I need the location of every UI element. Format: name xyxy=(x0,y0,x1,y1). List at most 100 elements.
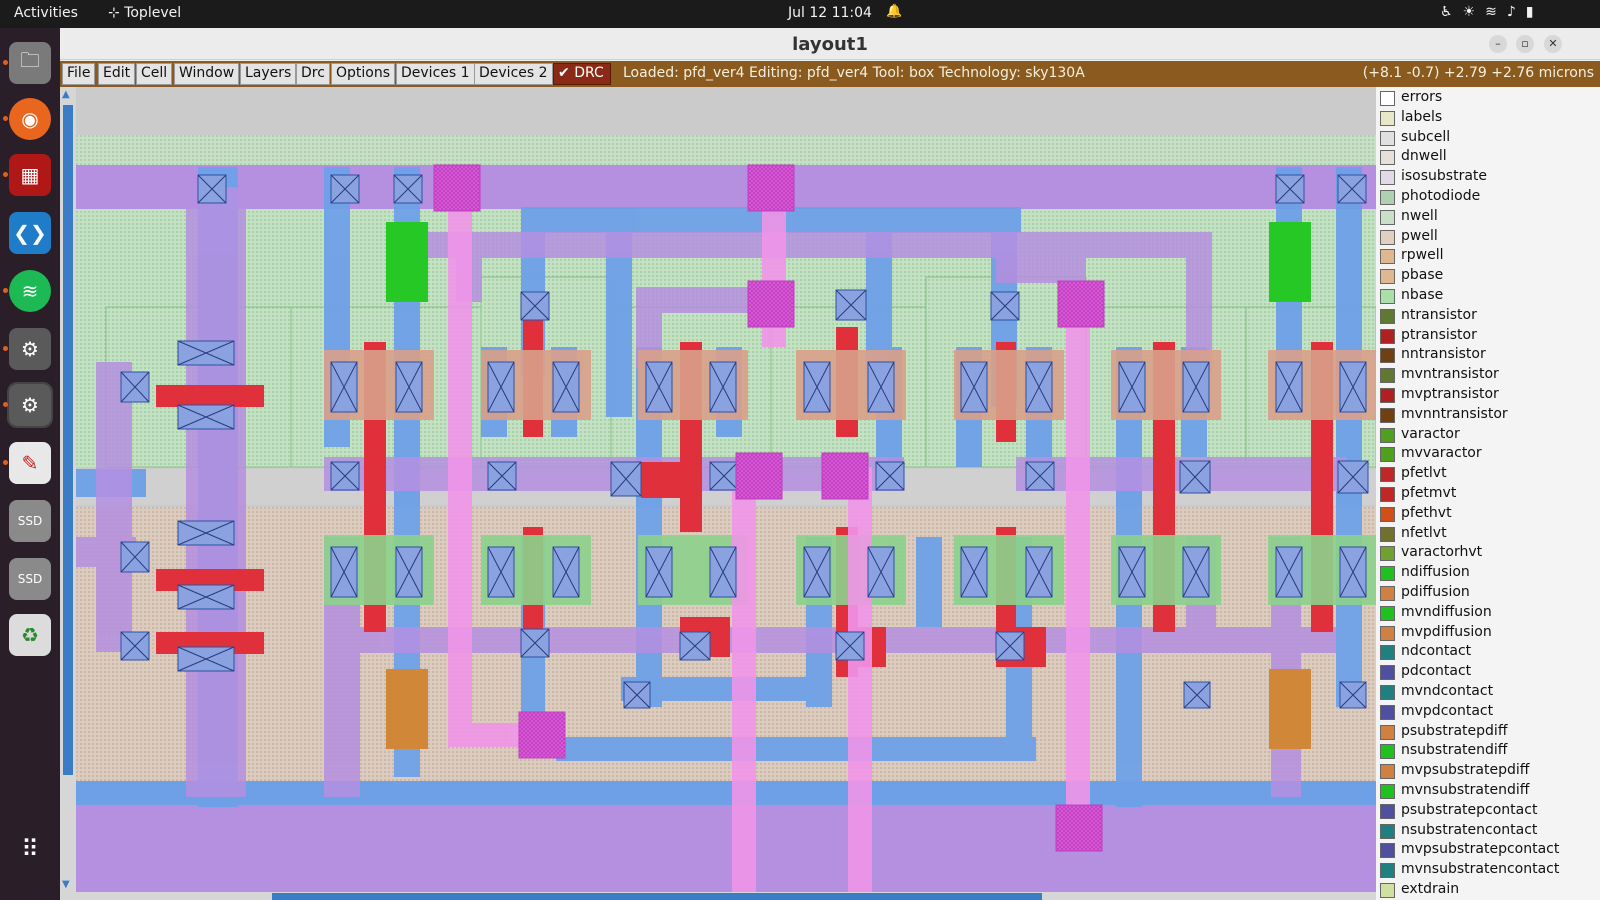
layout-canvas[interactable] xyxy=(76,87,1376,893)
layer-row-nbase[interactable]: nbase xyxy=(1380,286,1600,306)
layer-label: mvptransistor xyxy=(1401,386,1499,402)
app-icon: ⊹ xyxy=(108,5,125,21)
layer-row-ndiffusion[interactable]: ndiffusion xyxy=(1380,563,1600,583)
layer-row-extdrain[interactable]: extdrain xyxy=(1380,880,1600,900)
text-editor-icon[interactable]: ✎ xyxy=(9,442,51,484)
drc-toggle[interactable]: ✔ DRC xyxy=(553,63,611,85)
layer-label: mvntransistor xyxy=(1401,366,1499,383)
activities-button[interactable]: Activities xyxy=(14,5,78,21)
layer-row-dnwell[interactable]: dnwell xyxy=(1380,147,1600,167)
layer-row-mvntransistor[interactable]: mvntransistor xyxy=(1380,365,1600,385)
running-indicator xyxy=(3,288,8,293)
layer-row-mvnsubstratendiff[interactable]: mvnsubstratendiff xyxy=(1380,781,1600,801)
layer-row-varactorhvt[interactable]: varactorhvt xyxy=(1380,543,1600,563)
layer-row-mvnntransistor[interactable]: mvnntransistor xyxy=(1380,405,1600,425)
menu-bar: File Edit Cell Window Layers Drc Options… xyxy=(60,61,1600,87)
clock[interactable]: Jul 12 11:04 xyxy=(788,5,872,21)
layer-row-mvpdiffusion[interactable]: mvpdiffusion xyxy=(1380,623,1600,643)
layer-swatch xyxy=(1380,744,1395,760)
menu-devices-1[interactable]: Devices 1 xyxy=(396,63,475,85)
layer-row-ntransistor[interactable]: ntransistor xyxy=(1380,306,1600,326)
layer-row-nntransistor[interactable]: nntransistor xyxy=(1380,345,1600,365)
layer-row-varactor[interactable]: varactor xyxy=(1380,425,1600,445)
vertical-scroll-thumb[interactable] xyxy=(63,105,73,775)
layer-row-psubstratepdiff[interactable]: psubstratepdiff xyxy=(1380,722,1600,742)
layer-label: mvpsubstratepcontact xyxy=(1401,841,1560,858)
accessibility-icon[interactable]: ♿ xyxy=(1440,4,1463,20)
layer-row-mvpsubstratepdiff[interactable]: mvpsubstratepdiff xyxy=(1380,761,1600,781)
battery-icon[interactable]: ▮ xyxy=(1526,4,1544,20)
bell-icon[interactable]: 🔔 xyxy=(886,4,902,19)
menu-options[interactable]: Options xyxy=(331,63,396,85)
app-menu[interactable]: ⊹ Toplevel xyxy=(108,5,181,21)
layer-row-pfetlvt[interactable]: pfetlvt xyxy=(1380,464,1600,484)
scroll-up-icon[interactable]: ▲ xyxy=(62,89,70,100)
layer-row-psubstratepcontact[interactable]: psubstratepcontact xyxy=(1380,801,1600,821)
menu-devices-2[interactable]: Devices 2 xyxy=(474,63,553,85)
layer-swatch xyxy=(1380,566,1395,582)
layer-row-nsubstratendiff[interactable]: nsubstratendiff xyxy=(1380,741,1600,761)
wifi-icon[interactable]: ≋ xyxy=(1485,4,1507,20)
layer-row-subcell[interactable]: subcell xyxy=(1380,128,1600,148)
layer-row-mvndiffusion[interactable]: mvndiffusion xyxy=(1380,603,1600,623)
layer-row-labels[interactable]: labels xyxy=(1380,108,1600,128)
settings-icon[interactable]: ⚙ xyxy=(7,382,53,428)
app-grid-icon[interactable]: ⠿ xyxy=(9,828,51,870)
layer-swatch xyxy=(1380,526,1395,542)
layer-row-pbase[interactable]: pbase xyxy=(1380,266,1600,286)
disk-icon[interactable]: SSD xyxy=(9,558,51,600)
layer-row-pdiffusion[interactable]: pdiffusion xyxy=(1380,583,1600,603)
menu-cell[interactable]: Cell xyxy=(136,63,173,85)
layer-row-pdcontact[interactable]: pdcontact xyxy=(1380,662,1600,682)
window-title: layout1 xyxy=(792,34,868,55)
menu-drc[interactable]: Drc xyxy=(296,63,330,85)
layer-swatch xyxy=(1380,289,1395,304)
brightness-icon[interactable]: ☀ xyxy=(1463,4,1486,20)
disk-icon[interactable]: SSD xyxy=(9,500,51,542)
minimize-button[interactable]: – xyxy=(1489,35,1507,53)
magic-icon[interactable]: ▦ xyxy=(9,154,51,196)
trash-icon[interactable]: ♻ xyxy=(9,614,51,656)
layer-row-errors[interactable]: errors xyxy=(1380,88,1600,108)
layer-label: mvnsubstratencontact xyxy=(1401,861,1560,878)
firefox-icon[interactable]: ◉ xyxy=(9,98,51,140)
files-icon[interactable]: 🗀 xyxy=(9,42,51,84)
layer-row-mvpdcontact[interactable]: mvpdcontact xyxy=(1380,702,1600,722)
layer-swatch xyxy=(1380,605,1395,621)
layer-row-mvnsubstratencontact[interactable]: mvnsubstratencontact xyxy=(1380,860,1600,880)
volume-icon[interactable]: ♪ xyxy=(1507,4,1526,20)
menu-edit[interactable]: Edit xyxy=(98,63,136,85)
menu-window[interactable]: Window xyxy=(174,63,240,85)
menu-layers[interactable]: Layers xyxy=(240,63,297,85)
horizontal-scroll-thumb[interactable] xyxy=(272,893,1042,900)
horizontal-scrollbar[interactable] xyxy=(60,892,1380,900)
layer-row-photodiode[interactable]: photodiode xyxy=(1380,187,1600,207)
layer-label: errors xyxy=(1401,89,1443,105)
layer-row-ptransistor[interactable]: ptransistor xyxy=(1380,326,1600,346)
layer-row-nfetlvt[interactable]: nfetlvt xyxy=(1380,524,1600,544)
layer-row-nsubstratencontact[interactable]: nsubstratencontact xyxy=(1380,821,1600,841)
layer-row-nwell[interactable]: nwell xyxy=(1380,207,1600,227)
layer-row-pfetmvt[interactable]: pfetmvt xyxy=(1380,484,1600,504)
layer-row-mvpsubstratepcontact[interactable]: mvpsubstratepcontact xyxy=(1380,840,1600,860)
vscode-icon[interactable]: ❮❯ xyxy=(9,212,51,254)
system-tray[interactable]: ♿☀≋♪▮ xyxy=(1440,4,1544,20)
layer-row-rpwell[interactable]: rpwell xyxy=(1380,246,1600,266)
layer-row-mvndcontact[interactable]: mvndcontact xyxy=(1380,682,1600,702)
layer-row-isosubstrate[interactable]: isosubstrate xyxy=(1380,167,1600,187)
scroll-down-icon[interactable]: ▼ xyxy=(62,879,70,890)
maximize-button[interactable]: ▫ xyxy=(1516,35,1534,53)
vertical-scrollbar[interactable]: ▲ ▼ xyxy=(60,87,76,900)
layer-row-pfethvt[interactable]: pfethvt xyxy=(1380,504,1600,524)
layer-swatch xyxy=(1380,308,1395,324)
layer-row-mvptransistor[interactable]: mvptransistor xyxy=(1380,385,1600,405)
layer-row-ndcontact[interactable]: ndcontact xyxy=(1380,642,1600,662)
menu-file[interactable]: File xyxy=(62,63,96,85)
layer-label: ndiffusion xyxy=(1401,564,1470,581)
spotify-icon[interactable]: ≋ xyxy=(9,270,51,312)
layer-row-mvvaractor[interactable]: mvvaractor xyxy=(1380,444,1600,464)
settings-icon[interactable]: ⚙ xyxy=(9,328,51,370)
close-button[interactable]: ✕ xyxy=(1544,35,1562,53)
layer-row-pwell[interactable]: pwell xyxy=(1380,227,1600,247)
layer-label: mvnsubstratendiff xyxy=(1401,782,1530,798)
